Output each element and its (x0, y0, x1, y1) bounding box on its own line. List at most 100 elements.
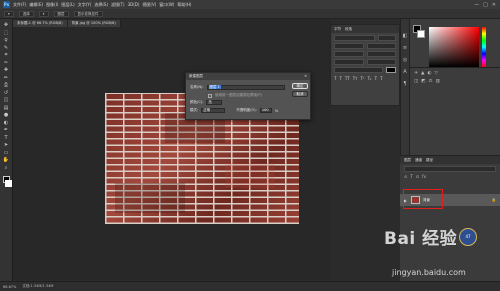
color-dropdown[interactable]: 无 (206, 100, 223, 105)
swatches-icon[interactable]: ◎ (403, 57, 407, 63)
pixel-filter-icon[interactable]: ⊙ (404, 174, 407, 179)
menu-select[interactable]: 选择(S) (94, 2, 108, 8)
hue-slider[interactable] (482, 27, 486, 67)
layer-filter-input[interactable] (404, 166, 496, 172)
annotation-highlight-box (403, 189, 443, 209)
small-caps-icon[interactable]: Tт (353, 76, 358, 81)
quick-select-icon[interactable]: ✎ (2, 45, 11, 52)
background-color-swatch[interactable] (4, 180, 12, 187)
lasso-icon[interactable]: ϙ (2, 37, 11, 44)
dialog-title: 新建图层 (189, 74, 203, 78)
move-icon[interactable]: ✥ (2, 22, 11, 29)
show-transform-checkbox[interactable]: 显示变换控件 (73, 10, 103, 17)
stamp-icon[interactable]: ⎙ (2, 82, 11, 89)
tab-paragraph[interactable]: 段落 (345, 27, 352, 32)
strikethrough-icon[interactable]: T (380, 76, 382, 81)
all-caps-icon[interactable]: TT (345, 76, 350, 81)
menu-edit[interactable]: 编辑(E) (29, 2, 43, 8)
tab-layers[interactable]: 图层 (404, 158, 411, 163)
tab-character[interactable]: 字符 (334, 27, 341, 32)
subscript-icon[interactable]: T₁ (368, 76, 372, 81)
menu-type[interactable]: 文字(Y) (78, 2, 92, 8)
eraser-icon[interactable]: ◫ (2, 97, 11, 104)
menu-view[interactable]: 视图(V) (142, 2, 156, 8)
cancel-button[interactable]: 取消 (292, 91, 308, 97)
marquee-icon[interactable]: ⬚ (2, 30, 11, 37)
underline-icon[interactable]: T (375, 76, 377, 81)
properties-icon[interactable]: ≡ (403, 45, 407, 51)
shape-filter-icon[interactable]: ⊡ (416, 174, 419, 179)
paragraph-icon[interactable]: ¶ (403, 81, 406, 87)
font-size-field[interactable] (334, 43, 364, 49)
fx-icon[interactable]: fx (422, 174, 426, 179)
black-white-icon[interactable]: ▥ (436, 79, 440, 84)
menu-image[interactable]: 图像(I) (46, 2, 58, 8)
baseline-shift-field[interactable] (334, 67, 383, 73)
brightness-icon[interactable]: ☀ (414, 71, 418, 76)
zoom-icon[interactable]: ⌕ (2, 165, 11, 172)
horizontal-scale-field[interactable] (366, 59, 396, 65)
auto-select-checkbox[interactable]: 选择 (18, 10, 34, 17)
levels-icon[interactable]: ▲ (421, 71, 424, 76)
gradient-icon[interactable]: ▤ (2, 105, 11, 112)
tracking-field[interactable] (366, 51, 396, 57)
faux-italic-icon[interactable]: T (339, 76, 341, 81)
tab-channels[interactable]: 通道 (415, 158, 422, 163)
vibrance-icon[interactable]: ◫ (414, 79, 418, 84)
exposure-icon[interactable]: ▽ (434, 71, 437, 76)
zoom-level[interactable]: 66.67% (3, 285, 16, 289)
tool-preset-dropdown[interactable]: ▾ (4, 10, 14, 17)
menu-window[interactable]: 窗口(W) (159, 2, 174, 8)
menu-help[interactable]: 帮助(H) (177, 2, 191, 8)
document-tab-1[interactable]: 未标题-1 @ 66.7% (RGB/8) (13, 20, 68, 27)
minimize-icon[interactable]: — (474, 2, 479, 8)
healing-icon[interactable]: ✚ (2, 67, 11, 74)
brush-icon[interactable]: ✏ (2, 75, 11, 82)
history-brush-icon[interactable]: ↺ (2, 90, 11, 97)
clipping-mask-checkbox[interactable] (208, 93, 212, 98)
hue-saturation-icon[interactable]: ◩ (421, 79, 425, 84)
blur-icon[interactable]: ● (2, 112, 11, 119)
curves-icon[interactable]: ◐ (428, 71, 432, 76)
color-balance-icon[interactable]: ⚖ (429, 79, 433, 84)
faux-bold-icon[interactable]: T (334, 76, 336, 81)
crop-icon[interactable]: ⌗ (2, 52, 11, 59)
hand-icon[interactable]: ✋ (2, 157, 11, 164)
shape-icon[interactable]: ▭ (2, 150, 11, 157)
auto-select-target[interactable]: 图层 (53, 10, 69, 17)
vertical-scale-field[interactable] (334, 59, 364, 65)
font-family-dropdown[interactable] (334, 35, 375, 41)
background-color-chip[interactable] (417, 30, 425, 38)
maximize-icon[interactable]: □ (483, 2, 488, 8)
ok-button[interactable]: 确定 (292, 83, 308, 89)
leading-field[interactable] (366, 43, 396, 49)
color-panel-icon[interactable]: ◧ (403, 33, 408, 39)
color-picker-field[interactable] (429, 27, 479, 67)
path-select-icon[interactable]: ➤ (2, 142, 11, 149)
menu-layer[interactable]: 图层(L) (61, 2, 74, 8)
opacity-input[interactable]: 100 (259, 108, 272, 113)
close-icon[interactable]: ✕ (492, 2, 496, 8)
document-tab-2[interactable]: 背景.jpg @ 100% (RGB/8) (67, 20, 121, 27)
menu-filter[interactable]: 滤镜(T) (111, 2, 125, 8)
pen-icon[interactable]: ✒ (2, 127, 11, 134)
eyedropper-icon[interactable]: ✑ (2, 60, 11, 67)
kerning-field[interactable] (334, 51, 364, 57)
text-color-chip[interactable] (386, 67, 396, 73)
menu-3d[interactable]: 3D(D) (128, 2, 140, 7)
dialog-close-icon[interactable]: ✕ (304, 73, 310, 80)
type-icon[interactable]: T (2, 135, 11, 142)
tab-paths[interactable]: 路径 (426, 158, 433, 163)
auto-select-target-dropdown[interactable]: ▾ (38, 10, 49, 17)
mode-dropdown[interactable]: 正常 (201, 108, 226, 113)
character-icon[interactable]: A (403, 69, 406, 75)
type-filter-icon[interactable]: T (410, 174, 412, 179)
superscript-icon[interactable]: T¹ (361, 76, 365, 81)
tools-panel: ✥ ⬚ ϙ ✎ ⌗ ✑ ✚ ✏ ⎙ ↺ ◫ ▤ ● ◐ ✒ T ➤ ▭ ✋ ⌕ (0, 19, 13, 281)
watermark-url: jingyan.baidu.com (392, 268, 466, 277)
menu-file[interactable]: 文件(F) (13, 2, 26, 8)
layer-name-input[interactable]: 图层 1 (206, 85, 285, 90)
dodge-icon[interactable]: ◐ (2, 120, 11, 127)
font-style-dropdown[interactable] (378, 35, 396, 41)
tracking-row (331, 49, 399, 57)
